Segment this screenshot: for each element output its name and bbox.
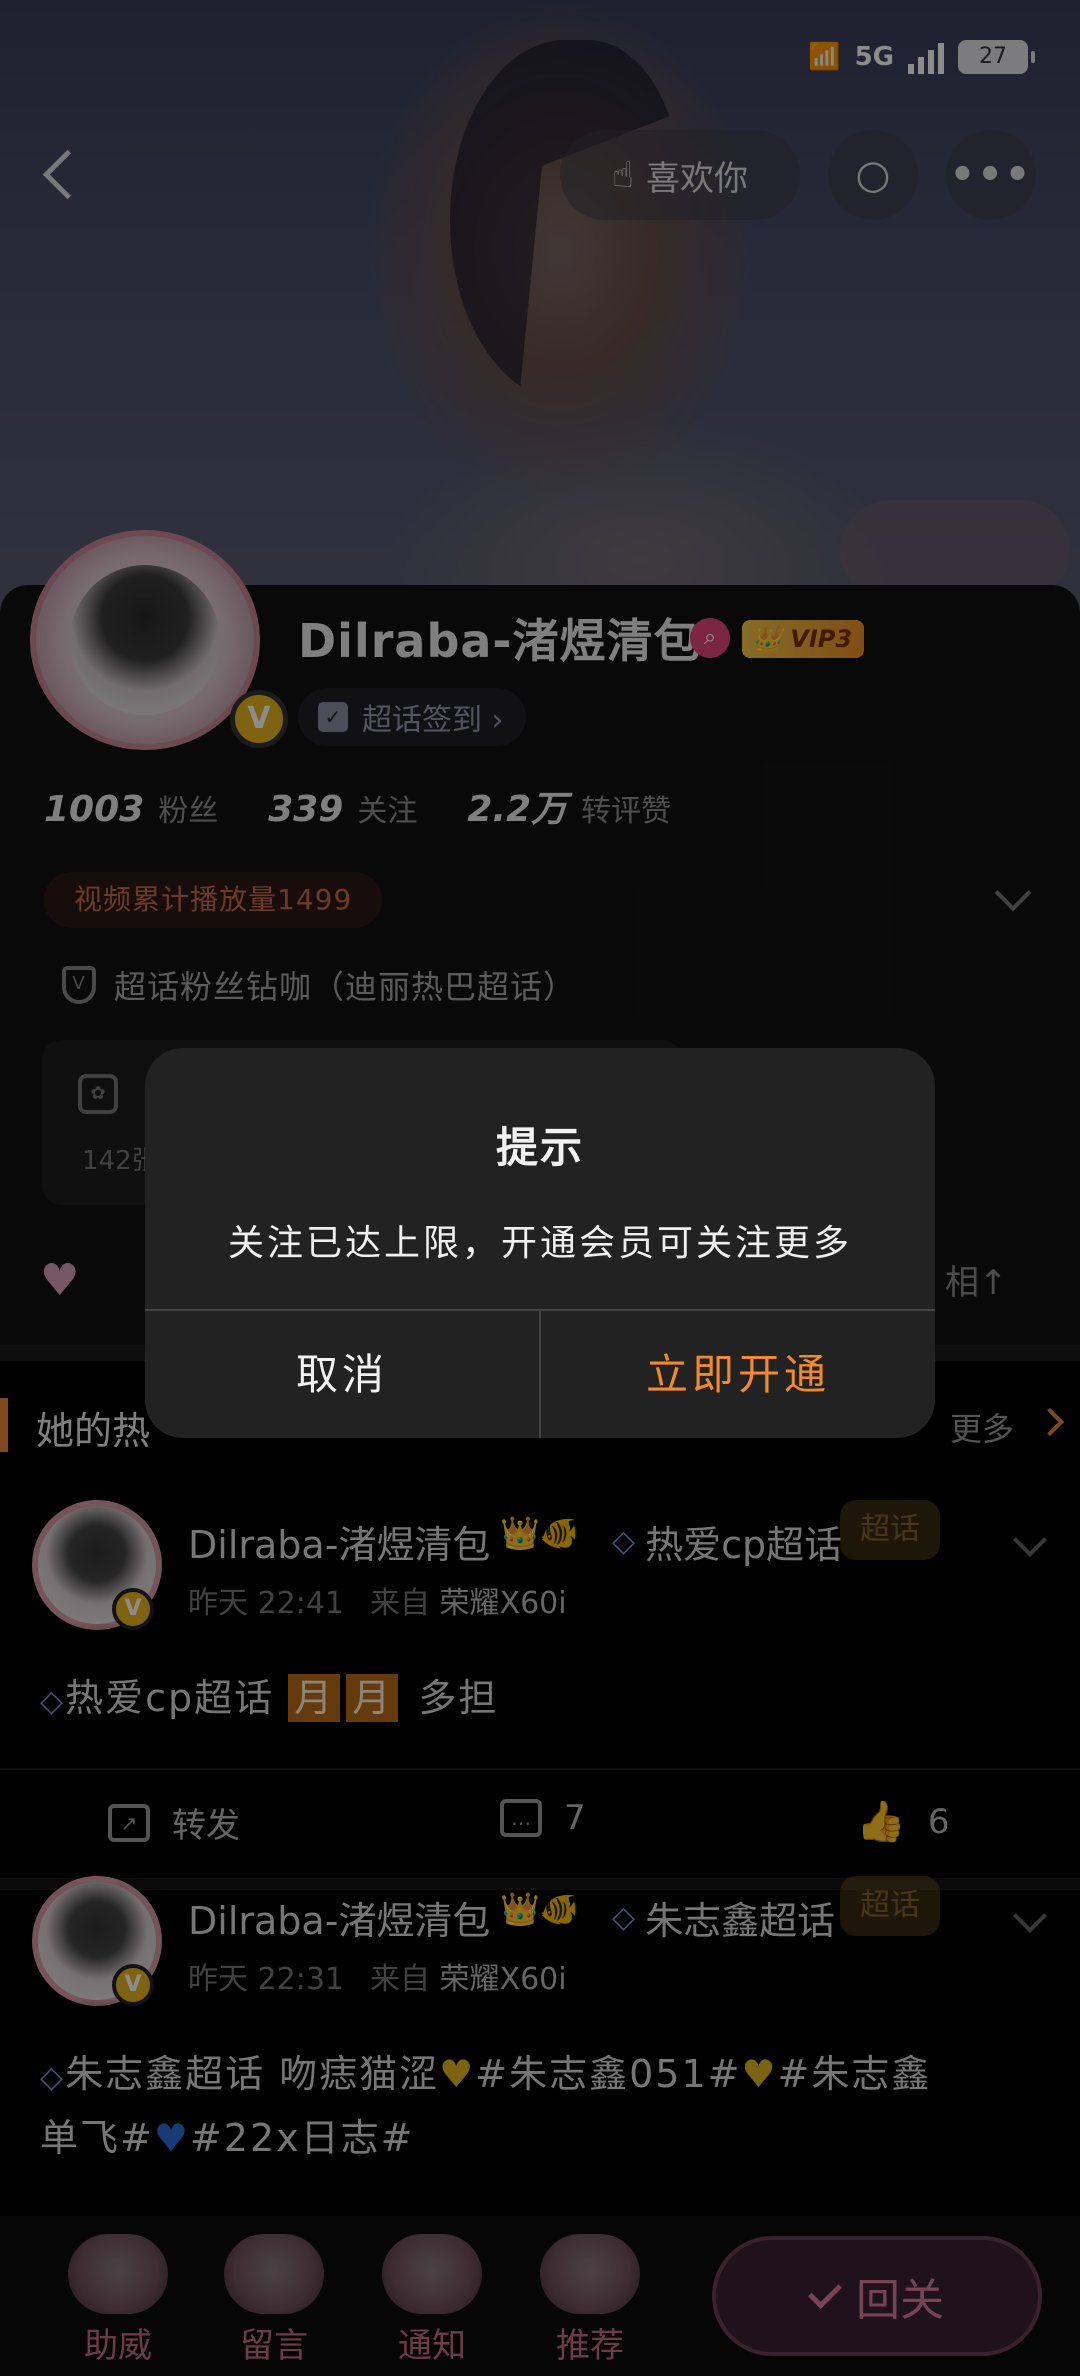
dialog-title: 提示 [495,1123,584,1172]
follow-limit-dialog: 提示 关注已达上限，开通会员可关注更多 取消 立即开通 [145,1048,935,1438]
cancel-button[interactable]: 取消 [145,1311,539,1438]
activate-membership-button[interactable]: 立即开通 [541,1311,935,1438]
dialog-message: 关注已达上限，开通会员可关注更多 [227,1223,852,1264]
